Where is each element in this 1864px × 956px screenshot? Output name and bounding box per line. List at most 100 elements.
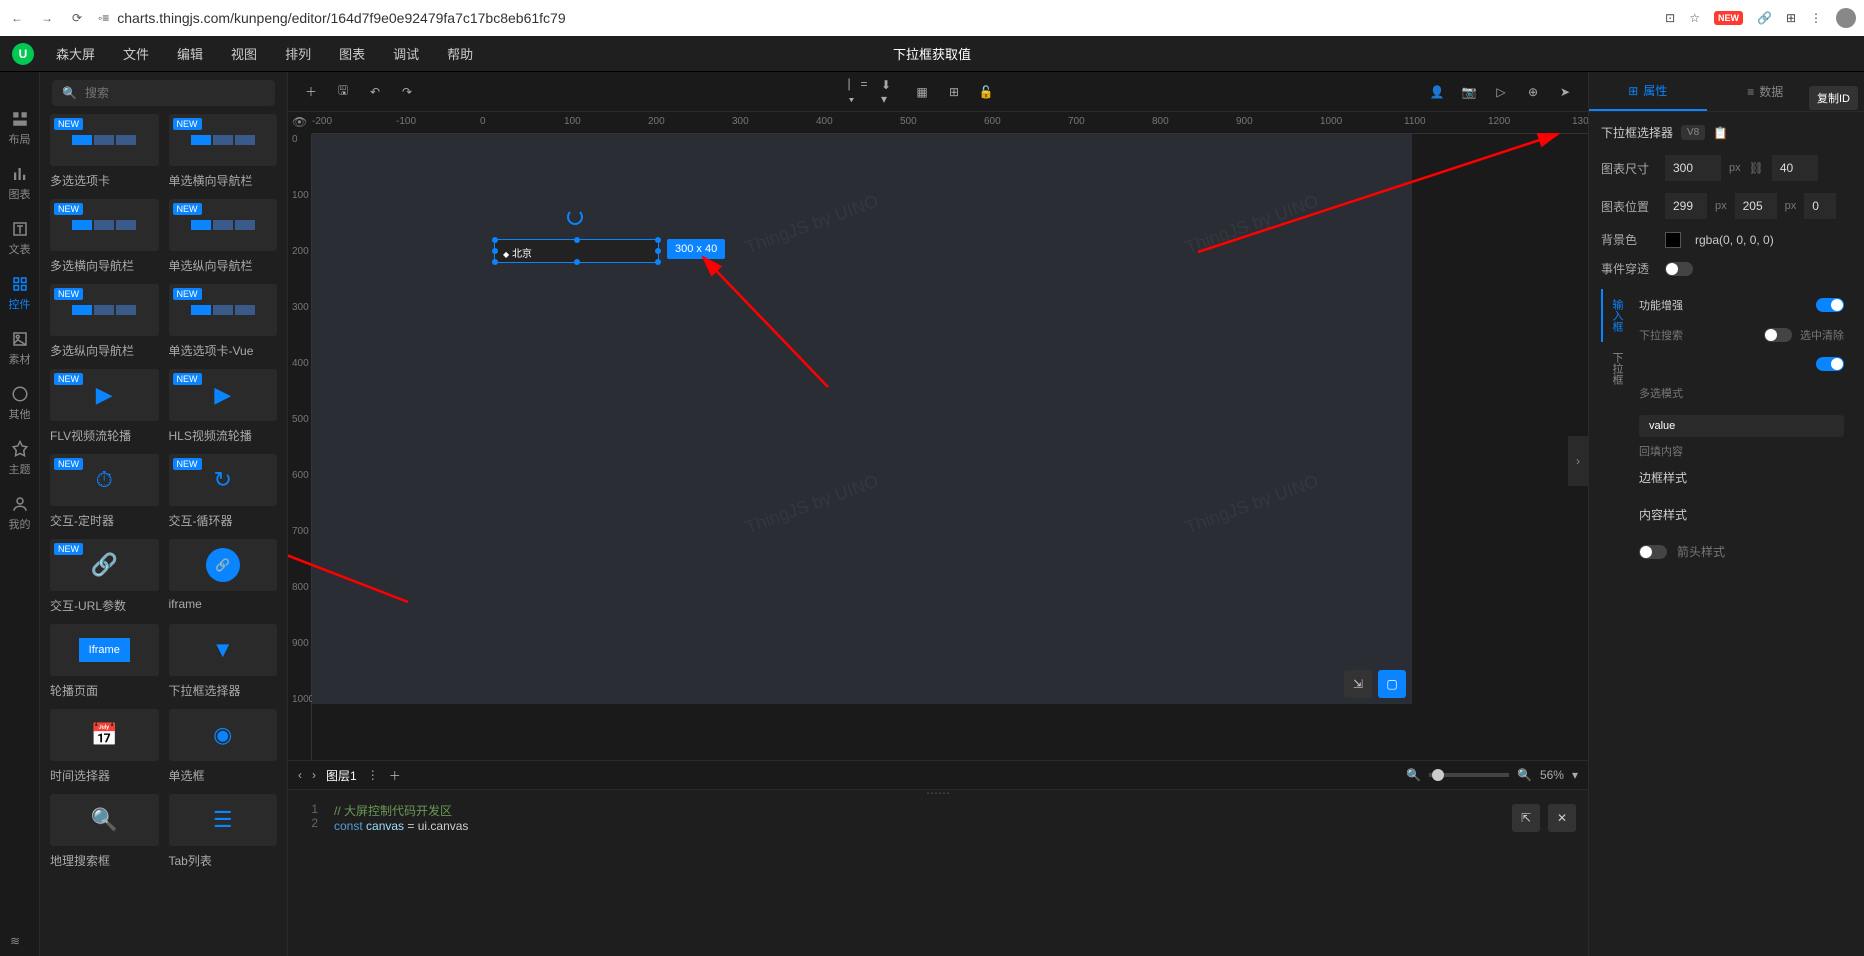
copy-id-icon[interactable]: 📋 bbox=[1713, 126, 1728, 140]
search-toggle[interactable] bbox=[1816, 357, 1844, 371]
play-icon[interactable]: ▷ bbox=[1492, 83, 1510, 101]
color-swatch[interactable] bbox=[1665, 232, 1681, 248]
menu-debug[interactable]: 调试 bbox=[379, 44, 433, 63]
subtab-dropdown[interactable]: 下拉框 bbox=[1601, 342, 1631, 395]
visibility-icon[interactable]: 👁 bbox=[292, 115, 307, 129]
canvas[interactable]: ThingJS by UINO ThingJS by UINO ThingJS … bbox=[312, 134, 1412, 704]
avatar[interactable] bbox=[1836, 8, 1856, 28]
ungroup-icon[interactable]: ⊞ bbox=[945, 83, 963, 101]
share-icon[interactable]: ➤ bbox=[1556, 83, 1574, 101]
prev-layer-icon[interactable]: ‹ bbox=[298, 768, 302, 782]
redo-icon[interactable]: ↷ bbox=[398, 83, 416, 101]
zoom-in-icon[interactable]: 🔍 bbox=[1517, 768, 1532, 782]
reload-icon[interactable]: ⟳ bbox=[68, 9, 86, 27]
menu-file[interactable]: 文件 bbox=[109, 44, 163, 63]
component-单选纵向导航栏[interactable]: NEW单选纵向导航栏 bbox=[169, 199, 278, 274]
value-field[interactable]: value bbox=[1639, 415, 1844, 437]
arrow-toggle[interactable] bbox=[1639, 545, 1667, 559]
rail-chart[interactable]: 图表 bbox=[9, 165, 31, 202]
undo-icon[interactable]: ↶ bbox=[366, 83, 384, 101]
y-input[interactable] bbox=[1735, 193, 1777, 219]
event-toggle[interactable] bbox=[1665, 262, 1693, 276]
tab-data[interactable]: ≡数据 bbox=[1707, 72, 1825, 111]
clear-toggle[interactable] bbox=[1764, 328, 1792, 342]
zoom-value[interactable]: 56% bbox=[1540, 768, 1564, 782]
zoom-slider[interactable] bbox=[1429, 773, 1509, 777]
border-section[interactable]: 边框样式 bbox=[1639, 459, 1844, 496]
link-icon[interactable]: ⛓ bbox=[1749, 161, 1764, 175]
close-code-icon[interactable]: ✕ bbox=[1548, 804, 1576, 832]
width-input[interactable] bbox=[1665, 155, 1721, 181]
menu-help[interactable]: 帮助 bbox=[433, 44, 487, 63]
component-FLV视频流轮播[interactable]: NEW▶FLV视频流轮播 bbox=[50, 369, 159, 444]
app-logo[interactable]: U bbox=[12, 43, 34, 65]
camera-icon[interactable]: 📷 bbox=[1460, 83, 1478, 101]
arrow-section[interactable]: 箭头样式 bbox=[1639, 533, 1844, 570]
x-input[interactable] bbox=[1665, 193, 1707, 219]
menu-arrange[interactable]: 排列 bbox=[271, 44, 325, 63]
component-多选纵向导航栏[interactable]: NEW多选纵向导航栏 bbox=[50, 284, 159, 359]
app-name[interactable]: 森大屏 bbox=[42, 44, 109, 63]
menu-chart[interactable]: 图表 bbox=[325, 44, 379, 63]
align-icon[interactable]: ⎸= ▾ bbox=[849, 83, 867, 101]
layer-tab[interactable]: 图层1 bbox=[326, 767, 357, 784]
component-轮播页面[interactable]: Iframe轮播页面 bbox=[50, 624, 159, 699]
settings-icon[interactable]: ⊕ bbox=[1524, 83, 1542, 101]
height-input[interactable] bbox=[1772, 155, 1818, 181]
menu-icon[interactable]: ⋮ bbox=[1810, 11, 1822, 25]
component-单选横向导航栏[interactable]: NEW单选横向导航栏 bbox=[169, 114, 278, 189]
component-交互-定时器[interactable]: NEW⏱交互-定时器 bbox=[50, 454, 159, 529]
layer-menu-icon[interactable]: ⋮ bbox=[367, 768, 379, 782]
component-地理搜索框[interactable]: 🔍地理搜索框 bbox=[50, 794, 159, 869]
content-section[interactable]: 内容样式 bbox=[1639, 496, 1844, 533]
add-icon[interactable]: ＋ bbox=[302, 83, 320, 101]
code-editor[interactable]: 12 // 大屏控制代码开发区 const canvas = ui.canvas… bbox=[288, 796, 1588, 956]
user-icon[interactable]: 👤 bbox=[1428, 83, 1446, 101]
zoom-dropdown-icon[interactable]: ▾ bbox=[1572, 768, 1578, 782]
search-box[interactable]: 🔍 bbox=[52, 80, 275, 106]
zoom-out-icon[interactable]: 🔍 bbox=[1406, 768, 1421, 782]
collapse-right-icon[interactable]: › bbox=[1568, 436, 1588, 486]
extensions-icon[interactable]: ⊞ bbox=[1786, 11, 1796, 25]
back-icon[interactable]: ← bbox=[8, 9, 26, 27]
canvas-tool-1[interactable]: ⇲ bbox=[1344, 670, 1372, 698]
rail-other[interactable]: 其他 bbox=[9, 385, 31, 422]
component-交互-URL参数[interactable]: NEW🔗交互-URL参数 bbox=[50, 539, 159, 614]
next-layer-icon[interactable]: › bbox=[312, 768, 316, 782]
component-iframe[interactable]: 🔗iframe bbox=[169, 539, 278, 614]
component-多选横向导航栏[interactable]: NEW多选横向导航栏 bbox=[50, 199, 159, 274]
layers-icon[interactable]: ≋ bbox=[10, 934, 20, 948]
component-Tab列表[interactable]: ☰Tab列表 bbox=[169, 794, 278, 869]
site-info-icon[interactable]: ◦≡ bbox=[98, 11, 109, 25]
z-input[interactable] bbox=[1804, 193, 1836, 219]
component-HLS视频流轮播[interactable]: NEW▶HLS视频流轮播 bbox=[169, 369, 278, 444]
rail-text[interactable]: 文表 bbox=[9, 220, 31, 257]
component-下拉框选择器[interactable]: ▼下拉框选择器 bbox=[169, 624, 278, 699]
download-icon[interactable]: ⬇ ▾ bbox=[881, 83, 899, 101]
component-交互-循环器[interactable]: NEW↻交互-循环器 bbox=[169, 454, 278, 529]
selected-component[interactable]: ◆ 北京 bbox=[494, 239, 659, 263]
tab-properties[interactable]: ⊞属性 bbox=[1589, 72, 1707, 111]
lock-icon[interactable]: 🔓 bbox=[977, 83, 995, 101]
forward-icon[interactable]: → bbox=[38, 9, 56, 27]
install-icon[interactable]: ⊡ bbox=[1665, 11, 1675, 25]
popout-icon[interactable]: ⇱ bbox=[1512, 804, 1540, 832]
rail-widget[interactable]: 控件 bbox=[9, 275, 31, 312]
component-多选选项卡[interactable]: NEW多选选项卡 bbox=[50, 114, 159, 189]
rail-layout[interactable]: 布局 bbox=[9, 110, 31, 147]
subtab-input[interactable]: 输入框 bbox=[1601, 289, 1631, 342]
menu-edit[interactable]: 编辑 bbox=[163, 44, 217, 63]
menu-view[interactable]: 视图 bbox=[217, 44, 271, 63]
save-icon[interactable]: 🖫 bbox=[334, 83, 352, 101]
canvas-tool-2[interactable]: ▢ bbox=[1378, 670, 1406, 698]
bookmark-icon[interactable]: ☆ bbox=[1689, 11, 1700, 25]
component-单选选项卡-Vue[interactable]: NEW单选选项卡-Vue bbox=[169, 284, 278, 359]
canvas-area[interactable]: 👁 -200-100010020030040050060070080090010… bbox=[288, 112, 1588, 760]
bg-color-value[interactable]: rgba(0, 0, 0, 0) bbox=[1695, 233, 1774, 247]
rail-theme[interactable]: 主题 bbox=[9, 440, 31, 477]
download-icon[interactable]: 🔗 bbox=[1757, 11, 1772, 25]
add-layer-icon[interactable]: ＋ bbox=[389, 767, 401, 784]
enhance-toggle[interactable] bbox=[1816, 298, 1844, 312]
component-时间选择器[interactable]: 📅时间选择器 bbox=[50, 709, 159, 784]
search-input[interactable] bbox=[85, 86, 265, 100]
